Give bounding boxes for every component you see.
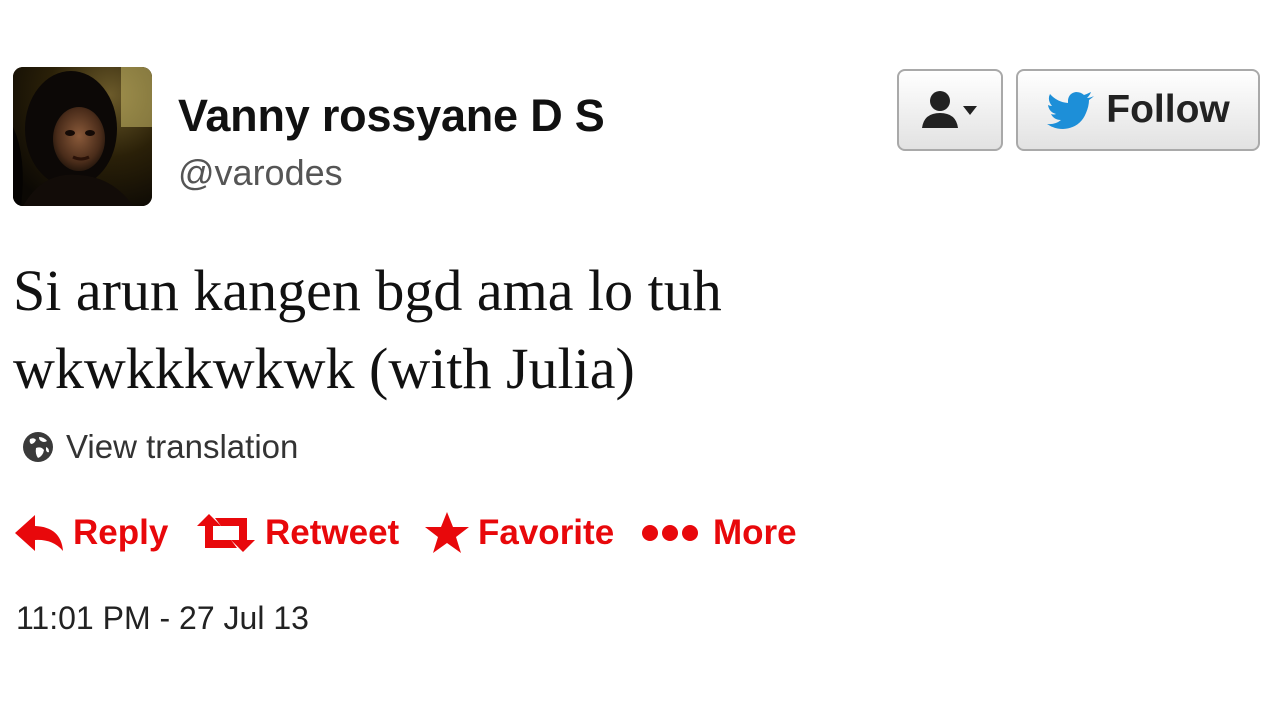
favorite-label: Favorite — [478, 513, 615, 552]
user-actions-dropdown-button[interactable] — [897, 69, 1003, 151]
reply-button[interactable]: Reply — [13, 503, 168, 563]
more-button[interactable]: More — [641, 503, 797, 563]
more-label: More — [713, 513, 797, 552]
globe-icon — [23, 432, 53, 462]
tweet-actions: Reply Retweet Favorite More — [0, 503, 900, 563]
follow-button[interactable]: Follow — [1016, 69, 1260, 151]
screen-name[interactable]: @varodes — [178, 152, 343, 194]
avatar-photo — [13, 67, 152, 206]
reply-label: Reply — [73, 513, 169, 552]
twitter-bird-icon — [1047, 92, 1095, 129]
favorite-button[interactable]: Favorite — [424, 503, 614, 563]
display-name[interactable]: Vanny rossyane D S — [178, 90, 605, 142]
more-dots-icon — [642, 525, 698, 541]
retweet-icon — [197, 514, 255, 552]
view-translation-label: View translation — [66, 428, 299, 465]
reply-icon — [15, 515, 63, 551]
tweet-text: Si arun kangen bgd ama lo tuh wkwkkkwkwk… — [13, 252, 1013, 408]
user-dropdown-icon — [922, 91, 977, 128]
view-translation-link[interactable]: View translation — [22, 428, 298, 466]
tweet-card: Vanny rossyane D S @varodes Follow Si ar… — [0, 0, 1280, 720]
follow-label: Follow — [1106, 88, 1230, 131]
tweet-text-line: Si arun kangen bgd ama lo tuh — [13, 258, 722, 323]
star-icon — [425, 512, 469, 553]
retweet-label: Retweet — [265, 513, 400, 552]
retweet-button[interactable]: Retweet — [195, 503, 399, 563]
tweet-text-line: wkwkkkwkwk (with Julia) — [13, 336, 635, 401]
avatar[interactable] — [13, 67, 152, 206]
tweet-timestamp[interactable]: 11:01 PM - 27 Jul 13 — [16, 600, 309, 637]
